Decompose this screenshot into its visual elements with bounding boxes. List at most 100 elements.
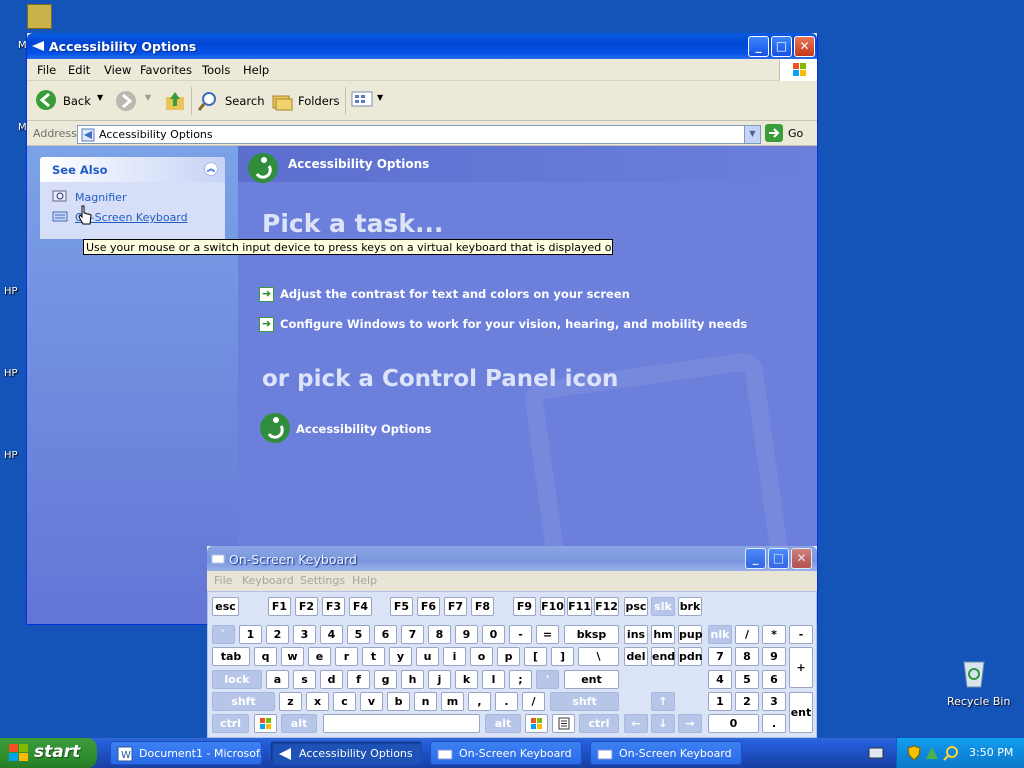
key-space[interactable] bbox=[323, 714, 480, 733]
forward-dropdown-icon[interactable]: ▼ bbox=[145, 93, 151, 102]
key-ins[interactable]: ins bbox=[624, 625, 648, 644]
title-bar[interactable]: Accessibility Options _ □ ✕ bbox=[27, 33, 817, 59]
menu-help[interactable]: Help bbox=[243, 63, 269, 77]
key-f4[interactable]: F4 bbox=[349, 597, 372, 616]
key-menu[interactable] bbox=[552, 714, 575, 733]
key-y[interactable]: y bbox=[389, 647, 412, 666]
key-arrow-left[interactable]: ← bbox=[624, 714, 648, 733]
key-0[interactable]: 0 bbox=[482, 625, 505, 644]
key-w[interactable]: w bbox=[281, 647, 304, 666]
key-num-slash[interactable]: / bbox=[735, 625, 759, 644]
key-f8[interactable]: F8 bbox=[471, 597, 494, 616]
key-num-0[interactable]: 0 bbox=[708, 714, 759, 733]
key-enter[interactable]: ent bbox=[564, 670, 619, 689]
key-windows[interactable] bbox=[254, 714, 277, 733]
key-f3[interactable]: F3 bbox=[322, 597, 345, 616]
recycle-bin-icon[interactable] bbox=[958, 658, 990, 688]
key-num-4[interactable]: 4 bbox=[708, 670, 732, 689]
key-d[interactable]: d bbox=[320, 670, 343, 689]
back-dropdown-icon[interactable]: ▼ bbox=[97, 93, 103, 102]
key-hm[interactable]: hm bbox=[651, 625, 675, 644]
key-right-shift[interactable]: shft bbox=[550, 692, 619, 711]
magnifier-link[interactable]: Magnifier bbox=[75, 191, 126, 204]
taskbar-button-osk-2[interactable]: On-Screen Keyboard bbox=[590, 741, 742, 765]
key-del[interactable]: del bbox=[624, 647, 648, 666]
key-arrow-right[interactable]: → bbox=[678, 714, 702, 733]
osk-menu-help[interactable]: Help bbox=[352, 574, 377, 587]
osk-title-bar[interactable]: On-Screen Keyboard _ □ ✕ bbox=[207, 546, 817, 571]
menu-favorites[interactable]: Favorites bbox=[140, 63, 192, 77]
key-7[interactable]: 7 bbox=[401, 625, 424, 644]
key-f9[interactable]: F9 bbox=[513, 597, 536, 616]
key-num-1[interactable]: 1 bbox=[708, 692, 732, 711]
key-left-bracket[interactable]: [ bbox=[524, 647, 547, 666]
key-period[interactable]: . bbox=[495, 692, 518, 711]
key-4[interactable]: 4 bbox=[320, 625, 343, 644]
key-backtick[interactable]: ` bbox=[212, 625, 235, 644]
menu-file[interactable]: File bbox=[37, 63, 56, 77]
key-slk[interactable]: slk bbox=[651, 597, 675, 616]
key-x[interactable]: x bbox=[306, 692, 329, 711]
key-u[interactable]: u bbox=[416, 647, 439, 666]
key-b[interactable]: b bbox=[387, 692, 410, 711]
key-l[interactable]: l bbox=[482, 670, 505, 689]
key-esc[interactable]: esc bbox=[212, 597, 239, 616]
address-input[interactable]: Accessibility Options ▼ bbox=[77, 125, 761, 144]
key-num-dot[interactable]: . bbox=[762, 714, 786, 733]
see-also-header[interactable]: See Also ︽ bbox=[40, 157, 225, 182]
taskbar-button-osk-1[interactable]: On-Screen Keyboard bbox=[430, 741, 582, 765]
key-c[interactable]: c bbox=[333, 692, 356, 711]
key-brk[interactable]: brk bbox=[678, 597, 702, 616]
key-k[interactable]: k bbox=[455, 670, 478, 689]
folders-button[interactable]: Folders bbox=[271, 89, 340, 113]
views-button[interactable]: ▼ bbox=[351, 90, 385, 112]
start-button[interactable]: start bbox=[0, 738, 97, 768]
search-button[interactable]: Search bbox=[197, 89, 265, 113]
language-bar-icon[interactable] bbox=[868, 745, 884, 761]
key-1[interactable]: 1 bbox=[239, 625, 262, 644]
security-shield-icon[interactable] bbox=[907, 745, 921, 761]
key-left-alt[interactable]: alt bbox=[281, 714, 317, 733]
menu-view[interactable]: View bbox=[104, 63, 131, 77]
key-num-6[interactable]: 6 bbox=[762, 670, 786, 689]
key-right-alt[interactable]: alt bbox=[485, 714, 521, 733]
key-s[interactable]: s bbox=[293, 670, 316, 689]
key-backslash[interactable]: \ bbox=[578, 647, 619, 666]
key-f6[interactable]: F6 bbox=[417, 597, 440, 616]
key-m[interactable]: m bbox=[441, 692, 464, 711]
key-slash[interactable]: / bbox=[522, 692, 545, 711]
back-button[interactable]: Back ▼ bbox=[35, 89, 103, 113]
key-f10[interactable]: F10 bbox=[540, 597, 565, 616]
key-9[interactable]: 9 bbox=[455, 625, 478, 644]
key-i[interactable]: i bbox=[443, 647, 466, 666]
forward-arrow-icon[interactable] bbox=[115, 90, 137, 112]
key-minus[interactable]: - bbox=[509, 625, 532, 644]
key-f7[interactable]: F7 bbox=[444, 597, 467, 616]
key-f5[interactable]: F5 bbox=[390, 597, 413, 616]
osk-menu-settings[interactable]: Settings bbox=[300, 574, 345, 587]
osk-menu-keyboard[interactable]: Keyboard bbox=[242, 574, 294, 587]
minimize-button[interactable]: _ bbox=[748, 36, 769, 57]
key-num-3[interactable]: 3 bbox=[762, 692, 786, 711]
key-equals[interactable]: = bbox=[536, 625, 559, 644]
key-f1[interactable]: F1 bbox=[268, 597, 291, 616]
key-pup[interactable]: pup bbox=[678, 625, 703, 644]
key-z[interactable]: z bbox=[279, 692, 302, 711]
key-tab[interactable]: tab bbox=[212, 647, 250, 666]
key-q[interactable]: q bbox=[254, 647, 277, 666]
key-right-ctrl[interactable]: ctrl bbox=[579, 714, 619, 733]
key-h[interactable]: h bbox=[401, 670, 424, 689]
key-semicolon[interactable]: ; bbox=[509, 670, 532, 689]
key-num-star[interactable]: * bbox=[762, 625, 786, 644]
key-num-plus[interactable]: + bbox=[789, 647, 813, 688]
taskbar-button-document1[interactable]: W Document1 - Microsof... bbox=[110, 741, 262, 765]
key-left-shift[interactable]: shft bbox=[212, 692, 275, 711]
accessibility-options-cp-icon[interactable] bbox=[259, 412, 291, 444]
key-left-ctrl[interactable]: ctrl bbox=[212, 714, 249, 733]
osk-close-button[interactable]: ✕ bbox=[791, 548, 812, 569]
key-2[interactable]: 2 bbox=[266, 625, 289, 644]
key-end[interactable]: end bbox=[651, 647, 675, 666]
key-t[interactable]: t bbox=[362, 647, 385, 666]
task-configure-windows[interactable]: Configure Windows to work for your visio… bbox=[280, 317, 747, 331]
key-num-9[interactable]: 9 bbox=[762, 647, 786, 666]
